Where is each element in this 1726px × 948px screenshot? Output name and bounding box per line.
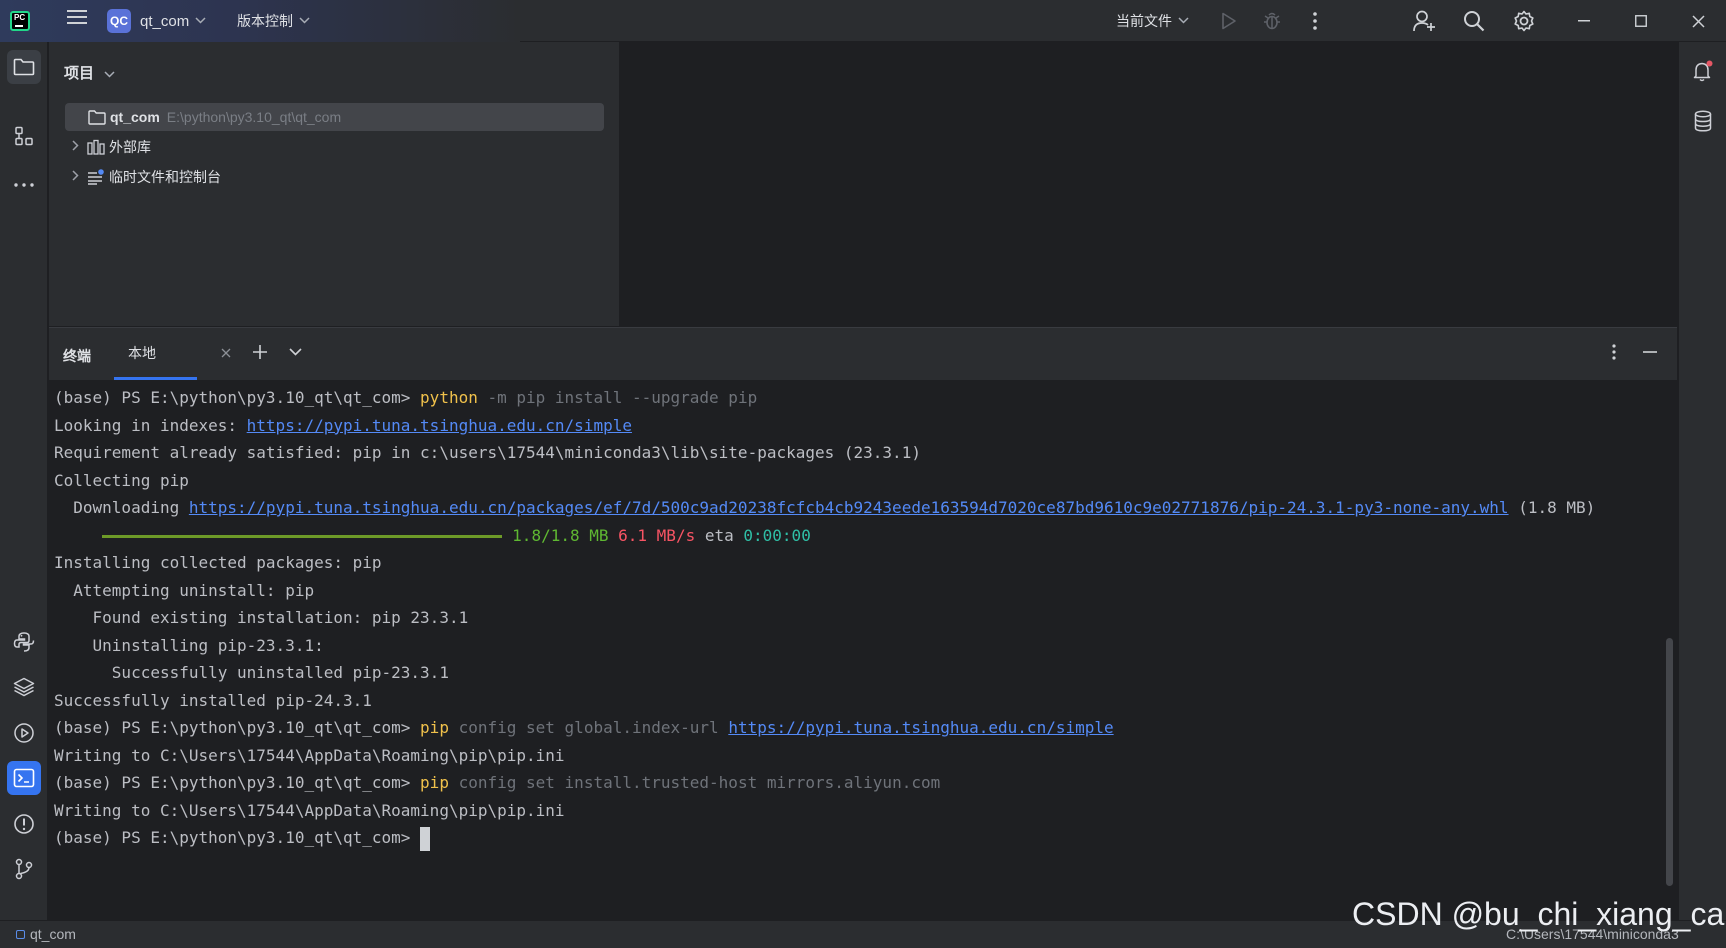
python-console-icon[interactable] [7, 625, 41, 659]
terminal-line: Writing to C:\Users\17544\AppData\Roamin… [54, 745, 565, 765]
terminal-scrollbar[interactable] [1666, 638, 1673, 886]
hide-panel-icon[interactable] [1642, 344, 1658, 363]
project-panel: 项目 qt_com E:\python\py3.10_qt\qt_com 外部库… [49, 42, 620, 326]
chevron-down-icon [195, 15, 206, 27]
project-badge[interactable]: QC [107, 0, 131, 42]
chevron-right-icon[interactable] [64, 170, 86, 184]
maximize-icon[interactable] [1624, 4, 1658, 38]
tree-item-scratches[interactable]: 临时文件和控制台 [64, 163, 221, 191]
tab-close-icon[interactable] [221, 345, 231, 362]
tree-item-qt-com[interactable]: qt_com E:\python\py3.10_qt\qt_com [65, 103, 604, 131]
terminal-line: (base) PS E:\python\py3.10_qt\qt_com> pi… [54, 773, 941, 792]
current-file-label: 当前文件 [1116, 13, 1172, 29]
library-icon [86, 139, 106, 155]
vcs-label: 版本控制 [237, 13, 293, 29]
add-user-icon[interactable] [1408, 4, 1442, 38]
folder-icon [87, 109, 107, 125]
project-switcher[interactable]: qt_com [140, 0, 206, 42]
problems-icon[interactable] [7, 807, 41, 841]
terminal-panel: 终端 本地 (base) PS E:\python\py3.10_qt\qt_c… [49, 327, 1677, 920]
tree-item-label: qt_com [110, 109, 160, 125]
more-horizontal-icon[interactable] [7, 168, 41, 202]
tab-label: 本地 [128, 344, 156, 361]
tree-item-path: E:\python\py3.10_qt\qt_com [166, 109, 342, 125]
terminal-line: Uninstalling pip-23.3.1: [54, 635, 324, 655]
more-vertical-icon[interactable] [1298, 4, 1332, 38]
close-icon[interactable] [1681, 4, 1715, 38]
run-config-selector[interactable]: 当前文件 [1116, 0, 1189, 42]
status-project-name: qt_com [30, 926, 76, 942]
terminal-line: (base) PS E:\python\py3.10_qt\qt_com> pi… [54, 718, 1114, 737]
terminal-output[interactable]: (base) PS E:\python\py3.10_qt\qt_com> py… [54, 384, 1654, 852]
terminal-line: Collecting pip [54, 470, 189, 490]
more-vertical-icon[interactable] [1612, 344, 1616, 363]
terminal-line: Downloading https://pypi.tuna.tsinghua.e… [54, 498, 1596, 517]
editor-area[interactable] [621, 42, 1677, 326]
gear-icon[interactable] [1507, 4, 1541, 38]
chevron-down-icon [104, 69, 115, 81]
project-panel-title: 项目 [64, 65, 95, 82]
tree-item-label: 外部库 [109, 139, 151, 155]
terminal-prompt-line: (base) PS E:\python\py3.10_qt\qt_com> [54, 824, 1654, 852]
git-icon[interactable] [7, 852, 41, 886]
watermark: CSDN @bu_chi_xiang_cai [1352, 896, 1726, 932]
run-icon[interactable] [1212, 4, 1246, 38]
tree-item-external-libs[interactable]: 外部库 [64, 133, 151, 161]
chevron-right-icon[interactable] [64, 140, 86, 154]
layers-icon[interactable] [7, 670, 41, 704]
project-panel-header[interactable]: 项目 [64, 62, 115, 83]
terminal-icon[interactable] [7, 761, 41, 795]
search-icon[interactable] [1457, 4, 1491, 38]
title-bar: PC QC qt_com 版本控制 当前文件 [0, 0, 1726, 42]
download-progress-bar [102, 534, 503, 538]
terminal-cursor[interactable] [420, 826, 431, 851]
terminal-link[interactable]: https://pypi.tuna.tsinghua.edu.cn/simple [247, 416, 632, 435]
notifications-icon[interactable] [1686, 54, 1720, 88]
terminal-link[interactable]: https://pypi.tuna.tsinghua.edu.cn/simple [728, 718, 1113, 737]
status-project[interactable]: qt_com [16, 926, 76, 942]
hamburger-menu-icon[interactable] [60, 0, 94, 34]
terminal-line: Successfully uninstalled pip-23.3.1 [54, 663, 449, 682]
tree-item-label: 临时文件和控制台 [109, 169, 221, 185]
pycharm-logo[interactable]: PC [10, 0, 36, 42]
project-name: qt_com [140, 12, 190, 30]
database-icon[interactable] [1686, 104, 1720, 138]
terminal-line: Writing to C:\Users\17544\AppData\Roamin… [54, 800, 565, 820]
left-tool-strip [0, 42, 48, 920]
chevron-down-icon [1178, 15, 1189, 27]
folder-icon[interactable] [7, 50, 41, 84]
terminal-line: Found existing installation: pip 23.3.1 [54, 608, 469, 627]
new-tab-icon[interactable] [252, 340, 268, 366]
project-badge-text: QC [107, 9, 131, 33]
services-icon[interactable] [7, 716, 41, 750]
terminal-link[interactable]: https://pypi.tuna.tsinghua.edu.cn/packag… [189, 498, 1509, 517]
project-status-icon [16, 929, 25, 939]
scratch-icon [86, 169, 106, 185]
terminal-line: (base) PS E:\python\py3.10_qt\qt_com> py… [54, 388, 758, 407]
right-tool-strip [1678, 42, 1726, 920]
vcs-menu[interactable]: 版本控制 [237, 0, 310, 42]
structure-icon[interactable] [7, 119, 41, 153]
terminal-line: Looking in indexes: https://pypi.tuna.ts… [54, 415, 632, 435]
terminal-line: Successfully installed pip-24.3.1 [54, 690, 372, 710]
chevron-down-icon [299, 15, 310, 27]
terminal-title: 终端 [63, 348, 91, 364]
tab-local[interactable]: 本地 [114, 328, 197, 380]
terminal-line: Attempting uninstall: pip [54, 580, 315, 600]
chevron-down-icon[interactable] [289, 343, 302, 359]
minimize-icon[interactable] [1567, 4, 1601, 38]
terminal-progress-line: 1.8/1.8 MB 6.1 MB/s eta 0:00:00 [54, 522, 1654, 550]
terminal-tab-bar: 终端 本地 [49, 328, 1677, 380]
debug-icon[interactable] [1255, 4, 1289, 38]
terminal-line: Requirement already satisfied: pip in c:… [54, 443, 921, 462]
terminal-line: Installing collected packages: pip [54, 553, 382, 572]
